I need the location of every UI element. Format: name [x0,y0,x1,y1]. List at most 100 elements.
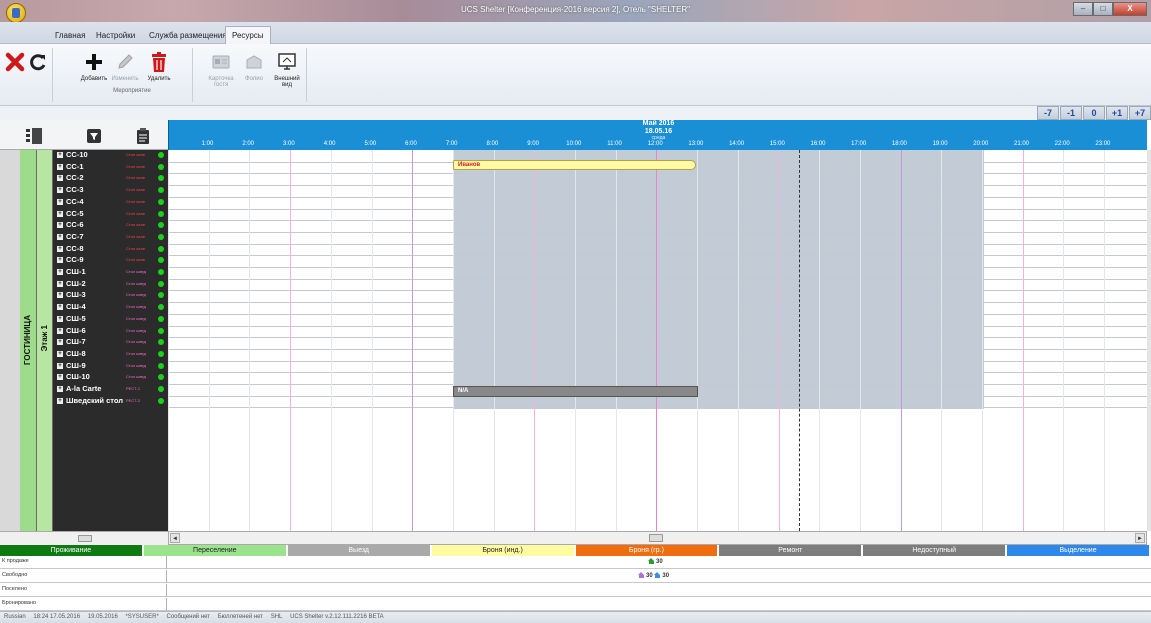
expand-icon[interactable]: + [57,233,63,240]
language-status[interactable]: Russian [4,614,26,620]
room-row[interactable]: + CC-3 Стол сале [54,185,168,195]
close-window-button[interactable]: X [1113,2,1147,16]
tab-accommodation[interactable]: Служба размещения [149,31,227,40]
expand-icon[interactable]: + [57,152,63,158]
room-row[interactable]: + СШ-5 Стол швед [54,314,168,324]
room-row[interactable]: + СШ-3 Стол швед [54,290,168,300]
scroll-right-arrow[interactable]: ► [1135,533,1145,543]
minimize-button[interactable]: – [1073,2,1093,16]
expand-icon[interactable]: + [57,257,63,264]
room-row[interactable]: + CC-9 Стол сале [54,255,168,265]
tab-resources[interactable]: Ресурсы [225,26,271,45]
room-row[interactable]: + Шведский стол РЕСТ-2 [54,396,168,406]
vertical-scrollbar[interactable] [1147,150,1151,531]
room-tag: Стол сале [126,152,146,157]
folio-button[interactable]: Фолио [240,48,268,82]
window-title: UCS Shelter [Конференция-2016 версия 2],… [460,5,691,14]
expand-icon[interactable]: + [57,397,63,404]
expand-icon[interactable]: + [57,210,63,217]
tab-main[interactable]: Главная [55,31,85,40]
house-icon [654,572,661,578]
room-tag: РЕСТ-1 [126,386,141,391]
refresh-button[interactable] [26,48,50,76]
user-status: *SYSUSER* [125,614,159,620]
expand-icon[interactable]: + [57,292,63,299]
cancel-button[interactable] [4,48,26,76]
filter-icon[interactable] [86,128,102,146]
room-row[interactable]: + СШ-6 Стол швед [54,326,168,336]
delete-button[interactable]: Удалить [144,48,174,82]
expand-icon[interactable]: + [57,175,63,182]
expand-icon[interactable]: + [57,280,63,287]
tree-view-icon[interactable] [26,128,42,146]
tab-settings[interactable]: Настройки [96,31,135,40]
booking-na[interactable]: N/A [453,386,698,397]
expand-icon[interactable]: + [57,269,63,275]
bulletins-status[interactable]: Бюллетеней нет [218,614,263,620]
zoom-plus-1-button[interactable]: +1 [1106,106,1128,120]
edit-button[interactable]: Изменить [110,48,140,82]
hour-label: 4:00 [323,141,336,147]
room-row[interactable]: + СШ-2 Стол швед [54,279,168,289]
appearance-button[interactable]: Внешний вид [272,48,302,88]
legend-item: Проживание [0,545,144,556]
expand-icon[interactable]: + [57,222,63,229]
room-row[interactable]: + СШ-7 Стол швед [54,337,168,347]
status-dot-icon [158,280,164,287]
room-row[interactable]: + CC-7 Стол сале [54,232,168,242]
room-row[interactable]: + СШ-10 Стол швед [54,372,168,382]
legend-item: Броня (инд.) [431,545,576,556]
hour-label: 7:00 [445,141,458,147]
expand-icon[interactable]: + [57,386,63,392]
add-button[interactable]: Добавить [80,48,108,82]
scroll-thumb[interactable] [649,534,663,542]
hour-label: 6:00 [405,141,417,147]
room-row[interactable]: + A-la Carte РЕСТ-1 [54,384,168,394]
room-tag: Стол швед [126,350,147,356]
horizontal-scrollbar[interactable]: ◄ ► [168,531,1147,545]
schedule-grid[interactable]: Иванов N/A [168,150,1147,531]
clipboard-icon[interactable] [136,128,150,146]
room-row[interactable]: + CC-2 Стол сале [54,173,168,183]
room-name: СШ-4 [66,302,86,312]
status-dot-icon [158,257,164,264]
room-row[interactable]: + СШ-1 Стол швед [54,267,168,277]
expand-icon[interactable]: + [57,245,63,252]
zoom-plus-7-button[interactable]: +7 [1129,106,1151,120]
expand-icon[interactable]: + [57,304,63,311]
status-dot-icon [158,222,164,229]
legend-item: Ремонт [719,545,864,556]
messages-status[interactable]: Сообщений нет [166,614,210,620]
scroll-left-arrow[interactable]: ◄ [170,533,180,543]
room-row[interactable]: + CC-5 Стол сале [54,209,168,219]
room-name: СШ-5 [66,313,86,323]
expand-icon[interactable]: + [57,163,63,170]
zoom-minus-7-button[interactable]: -7 [1037,106,1059,120]
room-row[interactable]: + CC-10 Стол сале [54,150,168,160]
room-row[interactable]: + СШ-9 Стол швед [54,361,168,371]
zoom-minus-1-button[interactable]: -1 [1060,106,1082,120]
guest-card-button[interactable]: Карточка гостя [206,48,236,88]
timeline-date: 18.05.16 [644,128,673,135]
expand-icon[interactable]: + [57,350,63,357]
expand-icon[interactable]: + [57,198,63,205]
room-row[interactable]: + СШ-4 Стол швед [54,302,168,312]
expand-icon[interactable]: + [57,187,63,194]
room-name: CC-10 [66,150,88,159]
room-row[interactable]: + CC-4 Стол сале [54,197,168,207]
expand-icon[interactable]: + [57,327,63,334]
left-scrollbar[interactable] [0,531,168,545]
room-tag: Стол сале [126,257,146,263]
zoom-today-button[interactable]: 0 [1083,106,1105,120]
expand-icon[interactable]: + [57,362,63,369]
room-row[interactable]: + CC-8 Стол сале [54,244,168,254]
room-row[interactable]: + CC-6 Стол сале [54,220,168,230]
maximize-button[interactable]: □ [1093,2,1113,16]
expand-icon[interactable]: + [57,315,63,322]
room-name: СШ-8 [66,348,86,358]
booking-ivanov[interactable]: Иванов [453,160,696,170]
room-row[interactable]: + СШ-8 Стол швед [54,349,168,359]
room-row[interactable]: + CC-1 Стол сале [54,162,168,172]
expand-icon[interactable]: + [57,339,63,346]
expand-icon[interactable]: + [57,374,63,381]
